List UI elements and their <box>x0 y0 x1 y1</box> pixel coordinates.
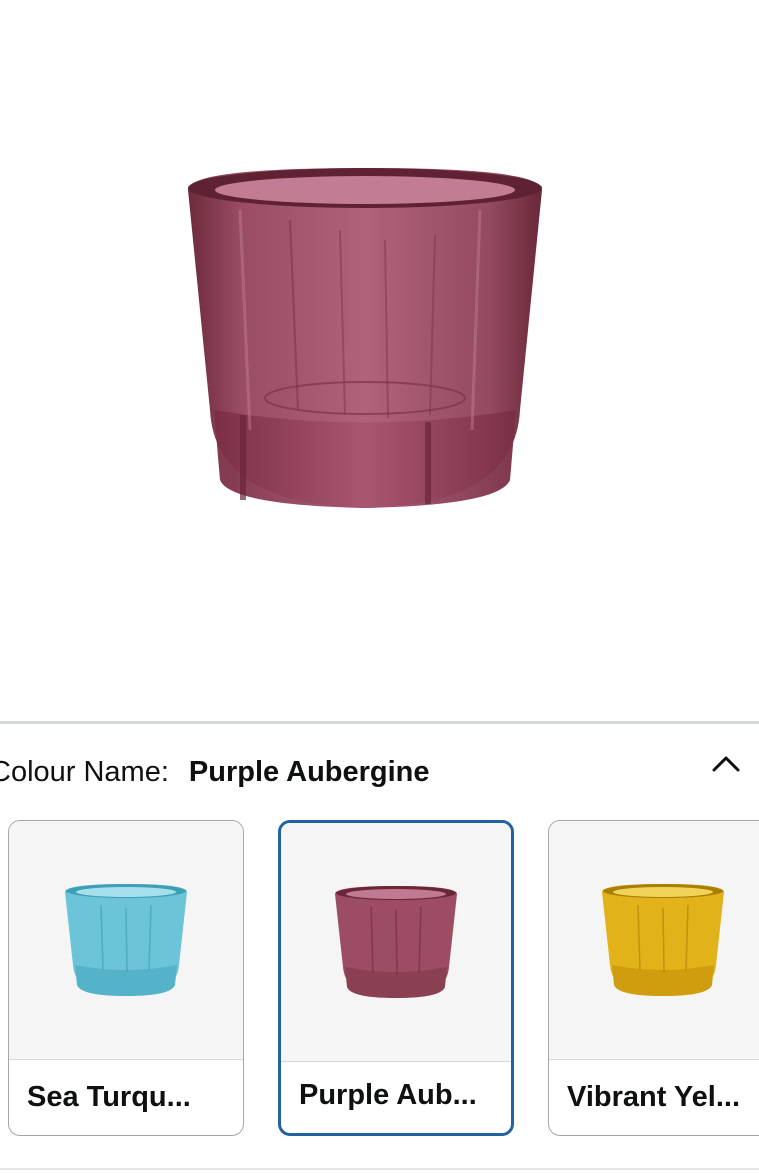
product-page: Colour Name: Purple Aubergine Sea Turqu.… <box>0 0 759 1174</box>
heart-icon[interactable] <box>626 632 670 676</box>
swatch-label: Sea Turqu... <box>27 1080 191 1113</box>
product-image-area[interactable] <box>0 0 759 620</box>
swatch-label: Purple Aub... <box>299 1078 477 1111</box>
swatch-image <box>549 821 759 1060</box>
section-divider <box>0 721 759 724</box>
swatch-sea-turquoise[interactable]: Sea Turqu... <box>8 820 244 1136</box>
swatch-vibrant-yellow[interactable]: Vibrant Yel... <box>548 820 759 1136</box>
swatch-label: Vibrant Yel... <box>567 1080 741 1113</box>
section-divider <box>0 1168 759 1170</box>
variation-label: Colour Name: <box>0 755 169 788</box>
swatch-image <box>9 821 243 1060</box>
variation-header: Colour Name: Purple Aubergine <box>0 750 430 794</box>
product-image <box>188 168 542 508</box>
swatch-purple-aubergine[interactable]: Purple Aub... <box>278 820 514 1136</box>
swatch-image <box>281 823 511 1062</box>
share-icon[interactable] <box>706 630 750 674</box>
chevron-up-icon[interactable] <box>702 742 750 786</box>
variation-selected-value: Purple Aubergine <box>188 755 430 788</box>
